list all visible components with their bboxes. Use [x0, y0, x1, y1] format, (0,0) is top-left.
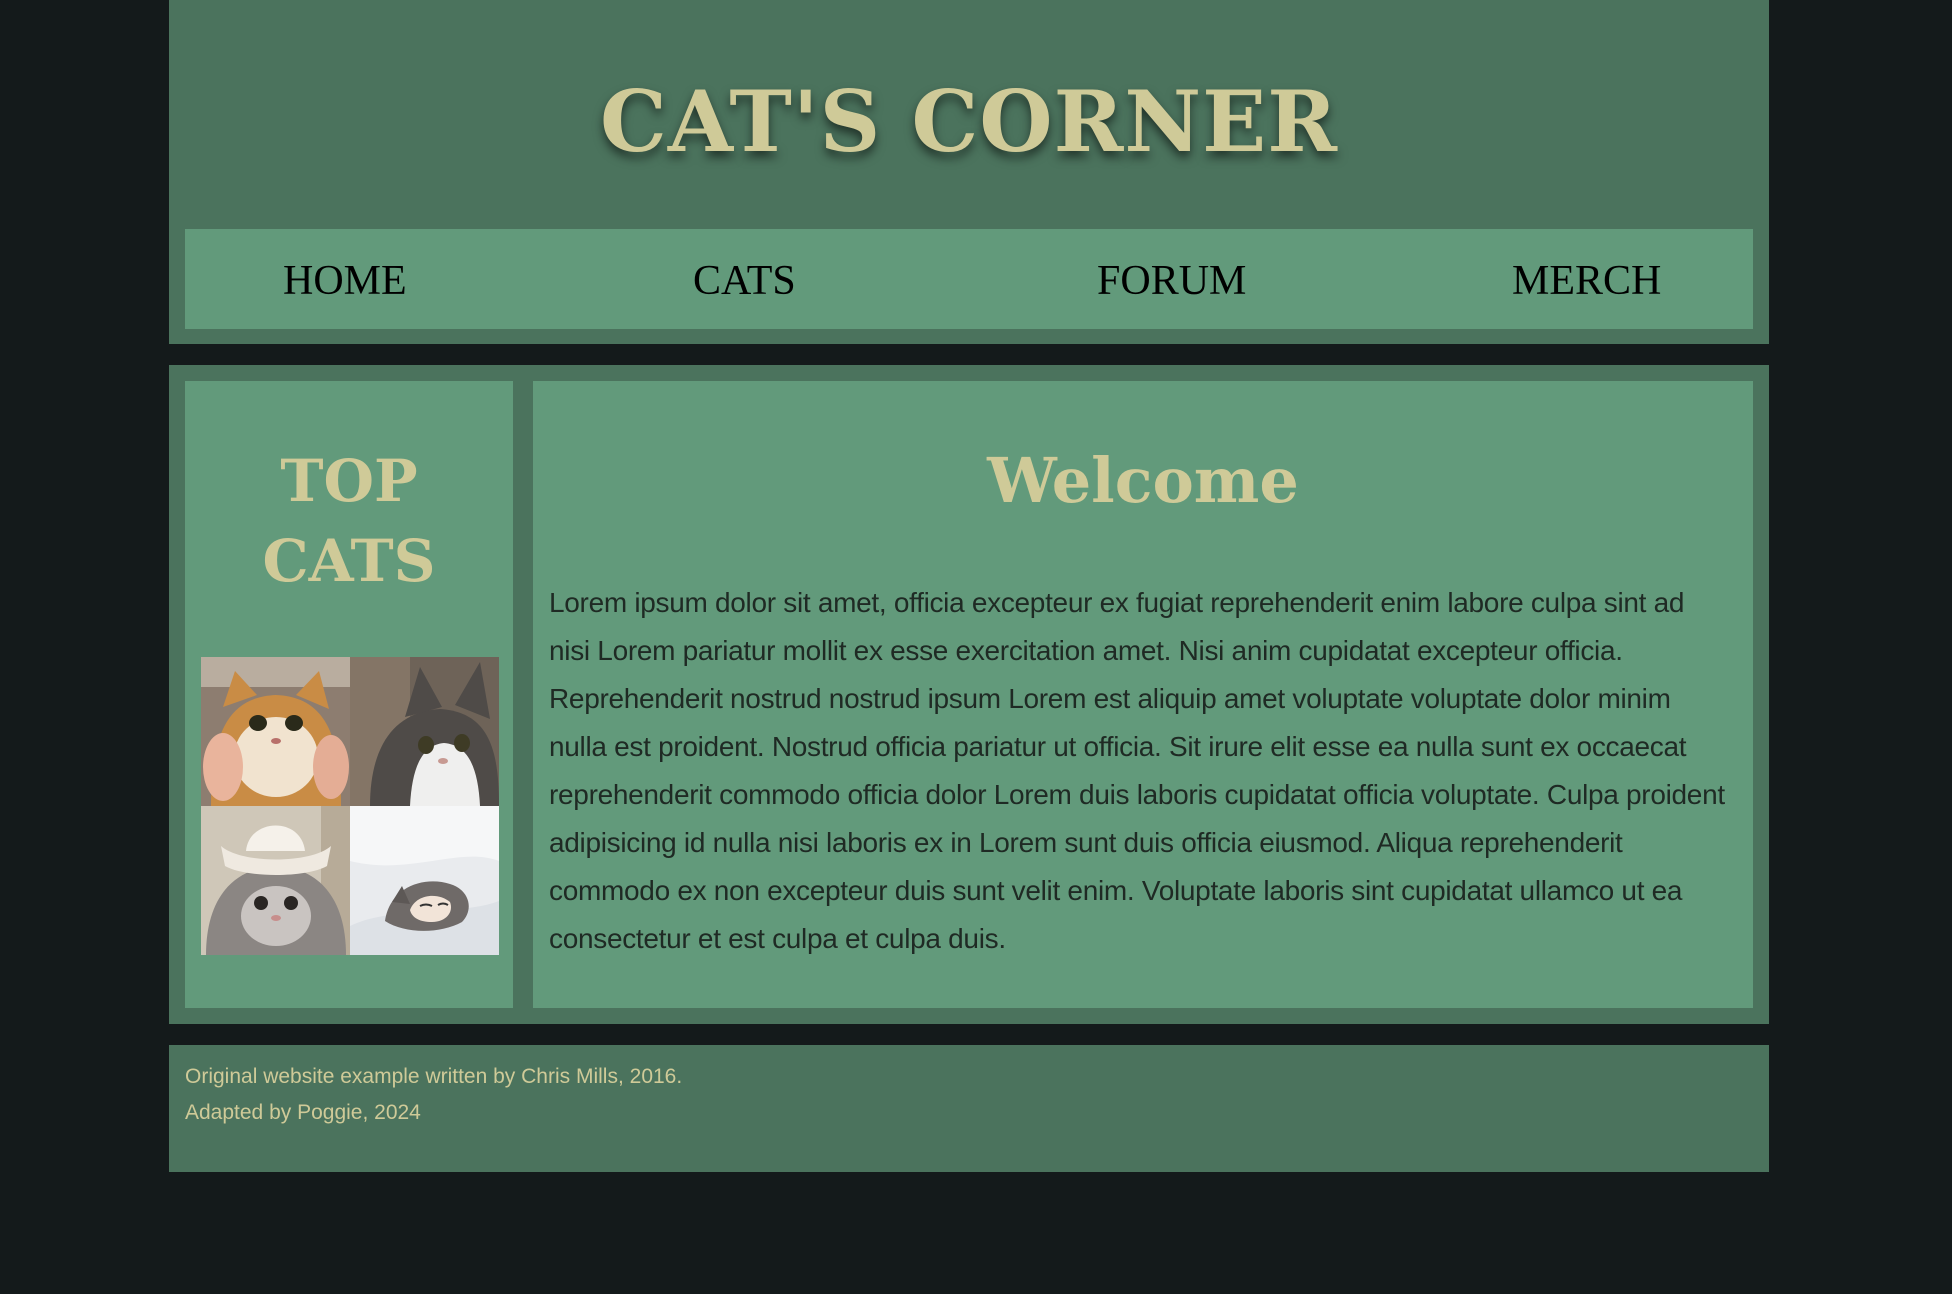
footer-credit-adapted: Adapted by Poggie, 2024 — [185, 1101, 421, 1124]
ginger-cat-photo[interactable] — [201, 657, 350, 806]
nav-item-forum[interactable]: FORUM — [1097, 229, 1246, 329]
sleeping-cat-blanket-photo[interactable] — [350, 806, 499, 955]
fluffy-cat-cowboy-hat-photo[interactable] — [201, 806, 350, 955]
welcome-article: Welcome Lorem ipsum dolor sit amet, offi… — [533, 381, 1753, 1008]
sidebar-title-line1: TOP — [280, 447, 418, 515]
top-cats-sidebar: TOP CATS — [185, 381, 513, 1008]
nav-item-cats[interactable]: CATS — [693, 229, 796, 329]
main-content: TOP CATS Welcome Lorem ipsum dolor sit a… — [169, 365, 1769, 1024]
site-footer: Original website example written by Chri… — [169, 1045, 1769, 1172]
cat-photo-grid — [201, 657, 499, 955]
article-body: Lorem ipsum dolor sit amet, officia exce… — [549, 587, 1725, 954]
sidebar-title: TOP CATS — [185, 441, 513, 601]
site-header: CAT'S CORNER HOME CATS FORUM MERCH — [169, 0, 1769, 344]
tabby-white-cat-photo[interactable] — [350, 657, 499, 806]
footer-credit-original: Original website example written by Chri… — [185, 1065, 683, 1088]
site-title: CAT'S CORNER — [599, 72, 1339, 171]
nav-item-merch[interactable]: MERCH — [1512, 229, 1661, 329]
main-nav: HOME CATS FORUM MERCH — [185, 229, 1753, 329]
welcome-heading: Welcome — [987, 444, 1299, 517]
sidebar-title-line2: CATS — [262, 527, 436, 595]
nav-item-home[interactable]: HOME — [283, 229, 407, 329]
